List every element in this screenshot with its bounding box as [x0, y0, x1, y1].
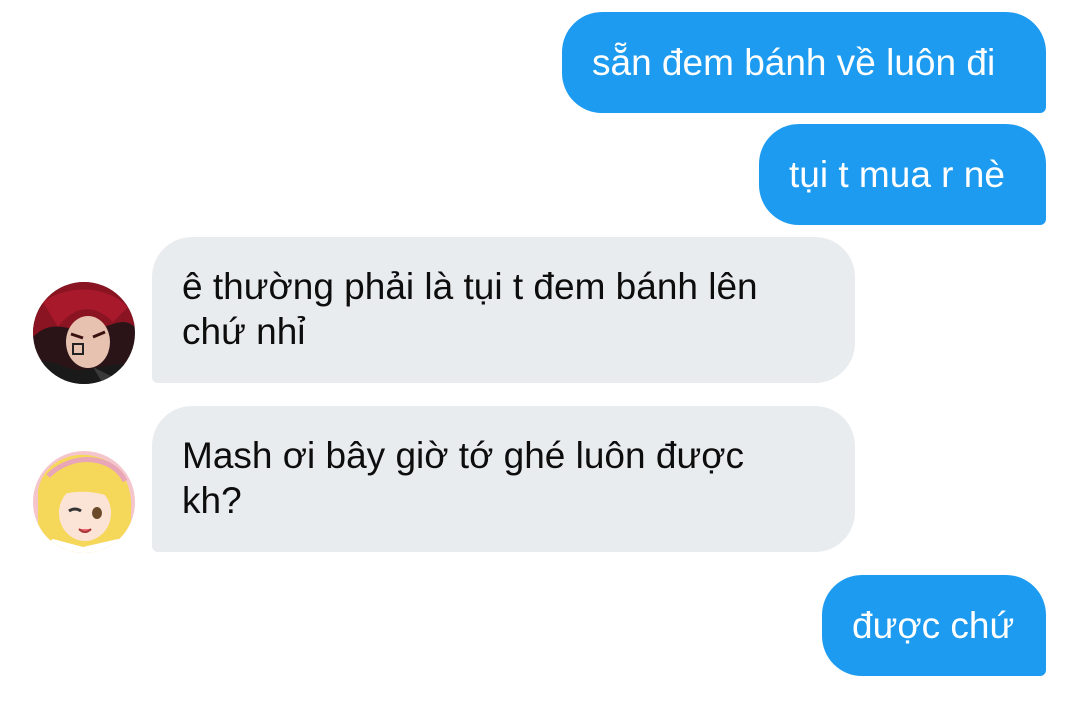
message-text: tụi t mua r nè [789, 154, 1005, 195]
message-text-line: chứ nhỉ [182, 311, 306, 352]
red-haired-character-avatar[interactable] [33, 282, 135, 384]
sent-message[interactable]: tụi t mua r nè [759, 124, 1046, 225]
received-message[interactable]: Mash ơi bây giờ tớ ghé luôn được kh? [152, 406, 855, 552]
blonde-character-avatar[interactable] [33, 451, 135, 553]
message-text: sẵn đem bánh về luôn đi [592, 42, 996, 83]
chat-thread: sẵn đem bánh về luôn đi tụi t mua r nè ê… [0, 0, 1080, 709]
message-text-line: Mash ơi bây giờ tớ ghé luôn được [182, 435, 744, 476]
message-text-line: ê thường phải là tụi t đem bánh lên [182, 266, 758, 307]
sent-message[interactable]: được chứ [822, 575, 1046, 676]
message-text: được chứ [852, 605, 1015, 646]
received-message[interactable]: ê thường phải là tụi t đem bánh lên chứ … [152, 237, 855, 383]
message-text-line: kh? [182, 480, 242, 521]
sent-message[interactable]: sẵn đem bánh về luôn đi [562, 12, 1046, 113]
avatar-image [33, 282, 135, 384]
avatar-image [33, 451, 135, 553]
